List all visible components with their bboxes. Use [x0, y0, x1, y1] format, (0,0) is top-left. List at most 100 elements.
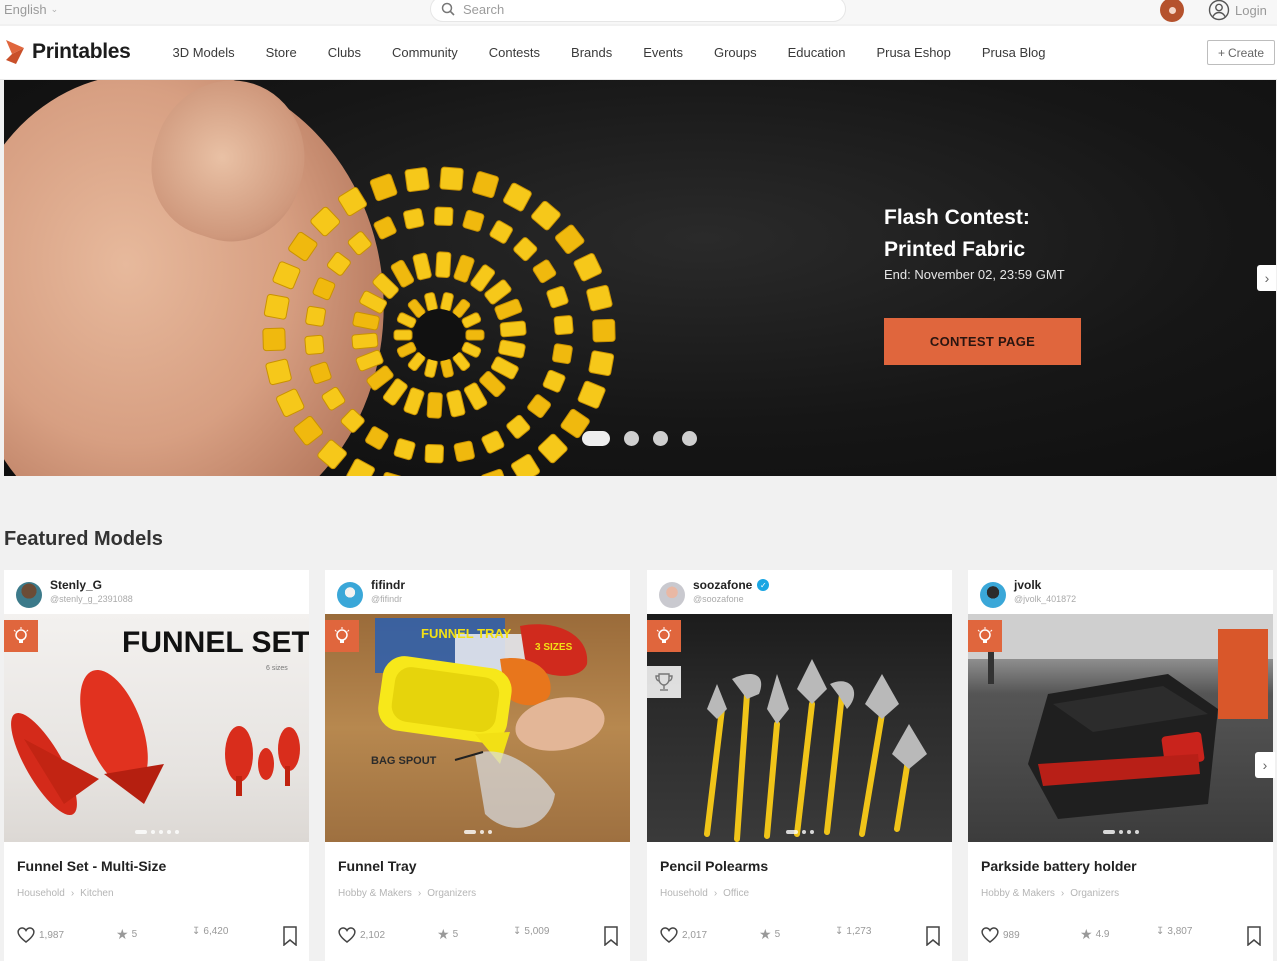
featured-next-button[interactable]: ›: [1255, 752, 1275, 778]
avatar[interactable]: [980, 582, 1006, 608]
model-image[interactable]: FUNNEL TRAY 3 SIZES BAG SPOUT: [325, 614, 630, 842]
author-handle: @fifindr: [371, 594, 403, 604]
like-button[interactable]: 1,987: [16, 926, 64, 944]
model-title[interactable]: Funnel Tray: [338, 858, 417, 874]
fabric-tile: [531, 200, 561, 231]
author-name[interactable]: jvolk: [1014, 578, 1041, 592]
printables-logo[interactable]: Printables: [4, 38, 131, 66]
image-pagination: [4, 830, 309, 834]
fabric-tile: [546, 285, 569, 309]
like-button[interactable]: 2,102: [337, 926, 385, 944]
fabric-tile: [276, 388, 305, 417]
author-name[interactable]: fifindr: [371, 578, 405, 592]
fabric-tile: [396, 312, 417, 329]
model-card[interactable]: Stenly_G @stenly_g_2391088 FUNNEL SET 6 …: [4, 570, 309, 961]
verified-icon: ✓: [757, 579, 770, 591]
category-link[interactable]: Organizers: [427, 888, 476, 899]
bookmark-button[interactable]: [282, 926, 298, 946]
fabric-tile: [462, 209, 485, 232]
avatar[interactable]: [337, 582, 363, 608]
fabric-tile: [373, 216, 397, 240]
like-button[interactable]: 2,017: [659, 926, 707, 944]
nav-groups[interactable]: Groups: [698, 45, 772, 60]
lightbulb-icon: [647, 620, 681, 652]
nav-prusa-blog[interactable]: Prusa Blog: [966, 45, 1061, 60]
download-icon: ↧: [1156, 926, 1165, 937]
hero-carousel[interactable]: Flash Contest: Printed Fabric End: Novem…: [4, 80, 1276, 476]
model-card[interactable]: fifindr @fifindr FUNNEL TRAY 3 SIZES BAG…: [325, 570, 630, 961]
download-count: 5,009: [524, 926, 550, 937]
nav-prusa-eshop[interactable]: Prusa Eshop: [861, 45, 966, 60]
carousel-dot-1[interactable]: [582, 431, 610, 446]
card-author[interactable]: fifindr @fifindr: [337, 578, 405, 608]
model-title[interactable]: Funnel Set - Multi-Size: [17, 858, 166, 874]
lightbulb-icon: [325, 620, 359, 652]
image-pagination: [968, 830, 1273, 834]
carousel-dot-4[interactable]: [682, 431, 697, 446]
logo-text: Printables: [32, 40, 131, 63]
image-overlay-caption: 6 sizes: [266, 665, 288, 672]
category-link[interactable]: Hobby & Makers: [338, 888, 412, 899]
nav-store[interactable]: Store: [250, 45, 312, 60]
fabric-tile: [412, 252, 432, 281]
nav-contests[interactable]: Contests: [473, 45, 555, 60]
fabric-tile: [288, 231, 318, 262]
author-name[interactable]: soozafone: [693, 578, 752, 592]
avatar[interactable]: [16, 582, 42, 608]
bookmark-button[interactable]: [1246, 926, 1262, 946]
fabric-tile: [513, 237, 538, 262]
category-link[interactable]: Household: [660, 888, 708, 899]
category-link[interactable]: Hobby & Makers: [981, 888, 1055, 899]
card-author[interactable]: Stenly_G @stenly_g_2391088: [16, 578, 133, 608]
language-selector[interactable]: English ⌄: [4, 2, 58, 17]
author-name[interactable]: Stenly_G: [50, 578, 102, 592]
model-image[interactable]: [647, 614, 952, 842]
nav-brands[interactable]: Brands: [556, 45, 628, 60]
prusa-menu-icon[interactable]: [1160, 0, 1184, 22]
category-link[interactable]: Household: [17, 888, 65, 899]
category-link[interactable]: Organizers: [1070, 888, 1119, 899]
bookmark-button[interactable]: [925, 926, 941, 946]
nav-events[interactable]: Events: [628, 45, 699, 60]
model-title[interactable]: Parkside battery holder: [981, 858, 1137, 874]
card-author[interactable]: jvolk @jvolk_401872: [980, 578, 1076, 608]
like-count: 989: [1003, 929, 1020, 941]
like-button[interactable]: 989: [980, 926, 1020, 944]
card-author[interactable]: soozafone ✓ @soozafone: [659, 578, 770, 608]
hero-next-button[interactable]: ›: [1257, 265, 1276, 291]
create-button[interactable]: + Create: [1207, 40, 1275, 65]
search-input[interactable]: [463, 1, 803, 17]
model-image[interactable]: FUNNEL SET 6 sizes: [4, 614, 309, 842]
model-card[interactable]: jvolk @jvolk_401872 Parkside battery hol…: [968, 570, 1273, 961]
download-icon: ↧: [192, 926, 201, 937]
lightbulb-icon: [4, 620, 38, 652]
rating-value: 5: [452, 929, 459, 940]
carousel-dot-3[interactable]: [653, 431, 668, 446]
user-circle-icon: [1208, 0, 1230, 21]
top-utility-bar: English ⌄ Login: [0, 0, 1277, 24]
model-card[interactable]: soozafone ✓ @soozafone Pencil Polearms H…: [647, 570, 952, 961]
fabric-tile: [272, 261, 301, 290]
avatar[interactable]: [659, 582, 685, 608]
nav-community[interactable]: Community: [376, 45, 473, 60]
featured-heading: Featured Models: [4, 528, 163, 550]
nav-clubs[interactable]: Clubs: [312, 45, 376, 60]
fabric-tile: [503, 182, 532, 212]
like-count: 2,102: [360, 929, 386, 941]
nav-education[interactable]: Education: [772, 45, 861, 60]
downloads: ↧ 1,273: [835, 926, 871, 937]
fabric-tile: [588, 350, 615, 377]
model-image[interactable]: [968, 614, 1273, 842]
category-link[interactable]: Office: [723, 888, 749, 899]
fabric-tile: [527, 394, 551, 418]
search-bar[interactable]: [430, 0, 846, 22]
carousel-dot-2[interactable]: [624, 431, 639, 446]
category-link[interactable]: Kitchen: [80, 888, 113, 899]
model-title[interactable]: Pencil Polearms: [660, 858, 768, 874]
nav-3d-models[interactable]: 3D Models: [157, 45, 250, 60]
model-categories: Hobby & Makers › Organizers: [981, 888, 1120, 899]
login-link[interactable]: Login: [1208, 0, 1267, 21]
contest-page-button[interactable]: CONTEST PAGE: [884, 318, 1081, 365]
bookmark-button[interactable]: [603, 926, 619, 946]
fabric-tile: [440, 292, 454, 312]
